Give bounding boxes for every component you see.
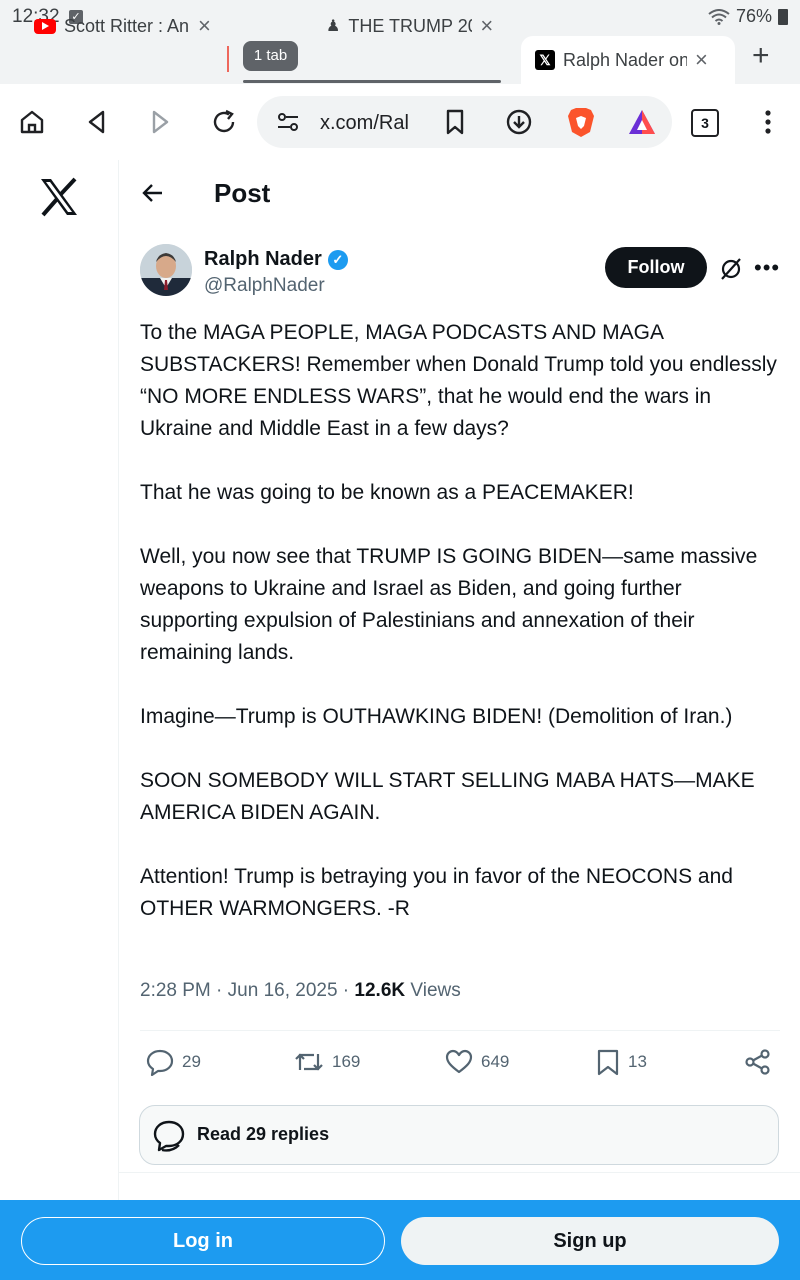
bookmark-count: 13 [628, 1052, 647, 1071]
tweet-paragraph: That he was going to be known as a PEACE… [140, 481, 634, 504]
menu-icon[interactable] [752, 106, 784, 138]
tab-title: THE TRUMP 20 [348, 15, 473, 36]
share-icon [745, 1049, 770, 1075]
tab-ralph-nader[interactable]: 𝕏 Ralph Nader on × [521, 36, 735, 84]
home-icon[interactable] [16, 106, 48, 138]
views-count: 12.6K [354, 980, 406, 1001]
battery-percent: 76% [735, 6, 772, 26]
bookmark-button[interactable]: 13 [596, 1046, 647, 1078]
replies-bubble-icon [152, 1119, 186, 1158]
tab-scott-ritter[interactable]: Scott Ritter : An × [34, 6, 220, 46]
tweet-meta: 2:28 PM · Jun 16, 2025 · 12.6K Views [140, 980, 461, 1001]
status-right: 76% [708, 6, 788, 27]
x-logo-icon[interactable] [38, 176, 80, 226]
tweet-paragraph: Well, you now see that TRUMP IS GOING BI… [140, 545, 758, 664]
reply-icon [146, 1049, 174, 1076]
reply-button[interactable]: 29 [146, 1046, 201, 1078]
tab-group-chip[interactable]: 1 tab [243, 41, 298, 71]
download-icon[interactable] [503, 106, 535, 138]
trump-favicon-icon: ♟ [326, 18, 341, 35]
page-title: Post [214, 178, 271, 208]
views-label: Views [410, 980, 461, 1001]
url-text[interactable]: x.com/Ral [320, 112, 412, 135]
x-favicon-icon: 𝕏 [535, 50, 555, 70]
tab-trump[interactable]: ♟ THE TRUMP 20 × [326, 6, 506, 46]
reply-count: 29 [182, 1052, 201, 1071]
more-options-icon[interactable]: ••• [754, 255, 780, 281]
brave-shields-icon[interactable] [565, 106, 597, 138]
heart-icon [445, 1049, 473, 1074]
tweet-date[interactable]: Jun 16, 2025 [228, 980, 338, 1001]
tweet-actions: 29 169 649 13 [140, 1046, 780, 1080]
tweet-paragraph: SOON SOMEBODY WILL START SELLING MABA HA… [140, 769, 755, 824]
bookmark-icon [597, 1049, 619, 1076]
new-tab-icon[interactable]: + [752, 41, 770, 71]
divider [140, 1030, 780, 1031]
left-nav-column [0, 160, 119, 1200]
verified-badge-icon: ✓ [327, 249, 348, 270]
battery-icon [778, 8, 788, 25]
author-name[interactable]: Ralph Nader ✓ [204, 248, 348, 271]
repost-button[interactable]: 169 [294, 1046, 360, 1078]
tab-title: Scott Ritter : An [64, 15, 190, 36]
back-icon[interactable] [81, 106, 113, 138]
tweet-time[interactable]: 2:28 PM [140, 980, 211, 1001]
tweet-paragraph: Imagine—Trump is OUTHAWKING BIDEN! (Demo… [140, 705, 733, 728]
divider [118, 1172, 800, 1173]
tab-group-marker [227, 46, 229, 72]
tab-title: Ralph Nader on [563, 49, 687, 70]
forward-icon[interactable] [144, 106, 176, 138]
close-tab-icon[interactable]: × [695, 47, 708, 73]
reload-icon[interactable] [208, 106, 240, 138]
read-replies-button[interactable]: Read 29 replies [139, 1105, 779, 1165]
signup-button[interactable]: Sign up [401, 1217, 779, 1265]
close-tab-icon[interactable]: × [198, 13, 211, 39]
login-button[interactable]: Log in [21, 1217, 385, 1265]
bookmark-page-icon[interactable] [439, 106, 471, 138]
youtube-icon [34, 18, 56, 34]
tab-group-underline [243, 80, 501, 83]
repost-icon [295, 1053, 323, 1071]
tab-switcher-button[interactable]: 3 [691, 109, 719, 137]
read-replies-label: Read 29 replies [197, 1124, 330, 1144]
site-settings-icon[interactable] [272, 106, 304, 138]
back-arrow-icon[interactable] [140, 180, 166, 211]
like-button[interactable]: 649 [445, 1046, 509, 1078]
tweet-paragraph: Attention! Trump is betraying you in fav… [140, 865, 733, 920]
brave-rewards-icon[interactable] [626, 106, 658, 138]
tweet-paragraph: To the MAGA PEOPLE, MAGA PODCASTS AND MA… [140, 321, 777, 440]
author-handle[interactable]: @RalphNader [204, 275, 325, 297]
grok-icon[interactable] [718, 256, 744, 287]
author-name-text[interactable]: Ralph Nader [204, 248, 322, 271]
avatar[interactable] [140, 244, 192, 296]
repost-count: 169 [332, 1052, 361, 1071]
tweet-text: To the MAGA PEOPLE, MAGA PODCASTS AND MA… [140, 317, 785, 957]
follow-button[interactable]: Follow [605, 247, 707, 288]
close-tab-icon[interactable]: × [480, 13, 493, 39]
wifi-icon [708, 8, 730, 25]
like-count: 649 [481, 1052, 510, 1071]
share-button[interactable] [744, 1046, 772, 1078]
